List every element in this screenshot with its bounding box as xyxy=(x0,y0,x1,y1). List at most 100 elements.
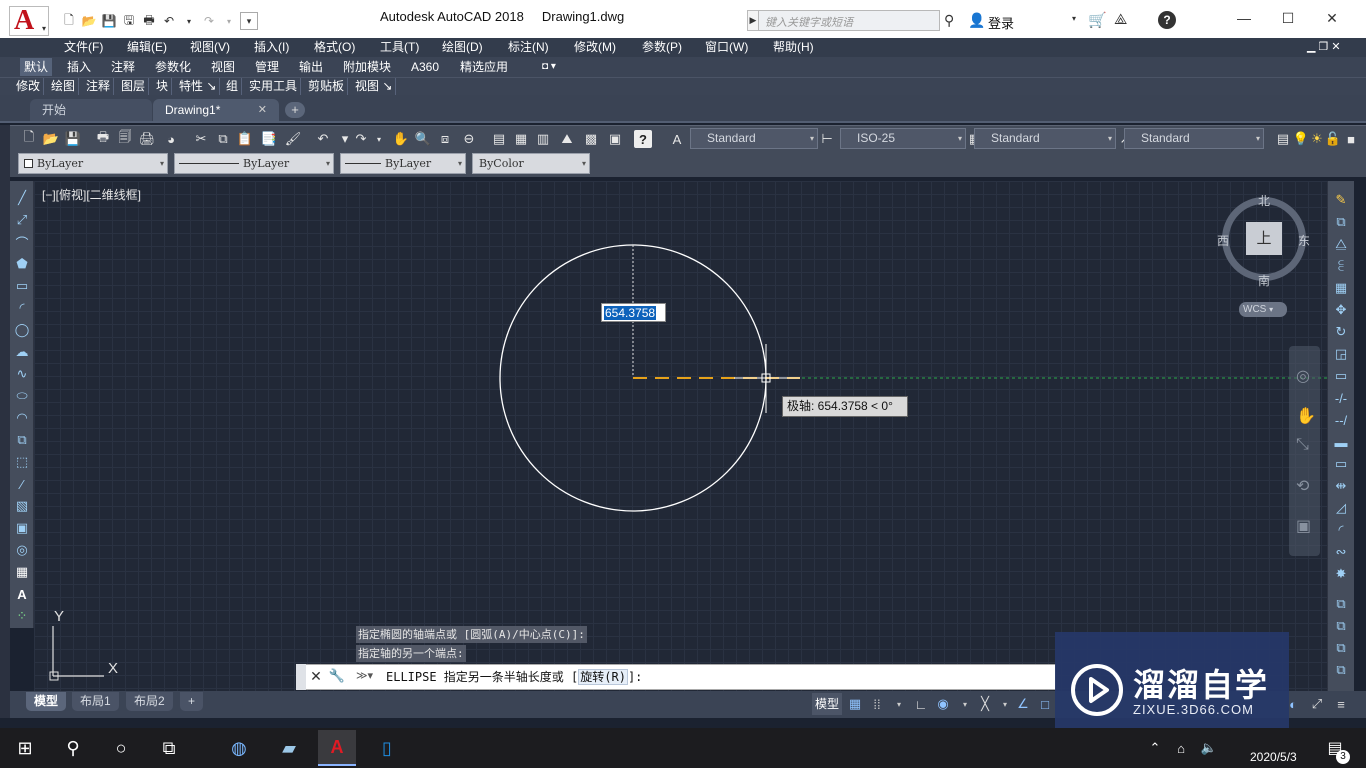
open-file-icon[interactable]: 📂 xyxy=(80,12,98,30)
menu-modify[interactable]: 修改(M) xyxy=(574,38,616,57)
polar-icon[interactable]: ◉ xyxy=(934,695,952,713)
add-layout-button[interactable]: + xyxy=(180,692,204,711)
table-icon[interactable]: ▦ xyxy=(13,563,31,581)
copy-object-icon[interactable]: ⧉ xyxy=(1332,213,1350,231)
grid-icon[interactable]: ▦ xyxy=(846,695,864,713)
compass-north[interactable]: 北 xyxy=(1258,192,1270,209)
open-icon[interactable]: 📂 xyxy=(42,130,60,148)
autocad-taskbar-icon[interactable]: A xyxy=(318,730,356,766)
line-icon[interactable]: ╱ xyxy=(13,189,31,207)
viewcube-top-face[interactable]: 上 xyxy=(1246,222,1282,255)
panel-layers[interactable]: 图层 xyxy=(118,78,150,95)
bring-above-icon[interactable]: ⧉ xyxy=(1332,661,1350,679)
panel-utilities[interactable]: 实用工具 xyxy=(246,78,302,95)
menu-window[interactable]: 窗口(W) xyxy=(705,38,748,57)
panel-block[interactable]: 块 xyxy=(153,78,173,95)
ellipse-icon[interactable]: ⬭ xyxy=(13,387,31,405)
plot-preview-icon[interactable]: 🗐 xyxy=(116,129,134,148)
explode-icon[interactable]: ✸ xyxy=(1332,565,1350,583)
recent-commands-icon[interactable]: ≫▾ xyxy=(356,666,384,686)
panel-clipboard[interactable]: 剪贴板 xyxy=(305,78,349,95)
zoom-realtime-icon[interactable]: 🔍 xyxy=(414,130,432,148)
wcs-menu-button[interactable]: WCS ▾ xyxy=(1239,302,1287,317)
model-space-toggle[interactable]: 模型 xyxy=(812,693,842,715)
ellipse-arc-icon[interactable]: ◠ xyxy=(13,409,31,427)
app-pinned-icon[interactable]: ◍ xyxy=(224,734,254,762)
redo-tb-icon[interactable]: ↷ xyxy=(352,130,370,148)
panel-groups[interactable]: 组 xyxy=(223,78,243,95)
minimize-button[interactable]: — xyxy=(1222,6,1266,30)
snap-icon[interactable]: ⁞⁞ xyxy=(868,695,886,713)
user-icon[interactable]: 👤 xyxy=(968,12,985,29)
point-icon[interactable]: ∕ xyxy=(13,475,31,493)
fillet-icon[interactable]: ◜ xyxy=(1332,521,1350,539)
a360-icon[interactable]: ⟁ xyxy=(1114,11,1127,28)
draworder-icon[interactable]: ⧉ xyxy=(1332,595,1350,613)
menu-draw[interactable]: 绘图(D) xyxy=(442,38,483,57)
new-file-icon[interactable]: 🗋 xyxy=(60,12,78,30)
zoom-extents-icon[interactable]: ⤡ xyxy=(1296,436,1309,454)
menu-tools[interactable]: 工具(T) xyxy=(380,38,419,57)
menu-insert[interactable]: 插入(I) xyxy=(254,38,289,57)
tab-a360[interactable]: A360 xyxy=(407,58,443,76)
redo-icon[interactable]: ↷ xyxy=(200,12,218,30)
tab-parametric[interactable]: 参数化 xyxy=(151,58,195,76)
tab-start[interactable]: 开始 xyxy=(30,99,152,121)
paste-icon[interactable]: 📋 xyxy=(236,130,254,148)
compass-south[interactable]: 南 xyxy=(1258,272,1270,289)
construction-line-icon[interactable]: ⤢ xyxy=(13,211,31,229)
help-icon[interactable]: ? xyxy=(1158,11,1176,29)
table-style-select[interactable]: Standard ▾ xyxy=(974,128,1116,149)
panel-draw[interactable]: 绘图 xyxy=(48,78,80,95)
undo-icon[interactable]: ↶ xyxy=(160,12,178,30)
pan-icon[interactable]: ✋ xyxy=(392,130,410,148)
region-icon[interactable]: ◎ xyxy=(13,541,31,559)
taskbar-search-icon[interactable]: ⚲ xyxy=(58,734,88,762)
publish-icon[interactable]: 🖨 xyxy=(138,130,156,148)
save-icon[interactable]: 💾 xyxy=(100,12,118,30)
layer-lock-icon[interactable]: 🔓 xyxy=(1324,130,1342,148)
move-icon[interactable]: ✥ xyxy=(1332,301,1350,319)
lineweight-select[interactable]: ByLayer ▾ xyxy=(340,153,466,174)
array-icon[interactable]: ▦ xyxy=(1332,279,1350,297)
ortho-icon[interactable]: ∟ xyxy=(912,695,930,713)
panel-annotate[interactable]: 注释 xyxy=(83,78,115,95)
spline-icon[interactable]: ∿ xyxy=(13,365,31,383)
login-button[interactable]: 登录 xyxy=(988,13,1014,32)
compass-west[interactable]: 西 xyxy=(1217,232,1229,249)
customize-qat-icon[interactable]: ▾ xyxy=(240,12,258,30)
new-icon[interactable]: 🗋 xyxy=(20,129,38,148)
hatch-icon[interactable]: ▧ xyxy=(13,497,31,515)
calculator-icon[interactable]: ▣ xyxy=(606,130,624,148)
tab-insert[interactable]: 插入 xyxy=(63,58,95,76)
text-style-select[interactable]: Standard ▾ xyxy=(690,128,818,149)
object-snap-tracking-icon[interactable]: ∠ xyxy=(1014,695,1032,713)
arc-icon[interactable]: ◜ xyxy=(13,299,31,317)
tab-model[interactable]: 模型 xyxy=(26,692,67,711)
doc-window-controls[interactable]: ▁ ❐ ✕ xyxy=(1307,38,1341,57)
tab-output[interactable]: 输出 xyxy=(295,58,327,76)
polar-dropdown-icon[interactable]: ▾ xyxy=(956,695,974,713)
command-customize-icon[interactable]: 🔧 xyxy=(328,666,346,686)
menu-view[interactable]: 视图(V) xyxy=(190,38,230,57)
add-selected-icon[interactable]: ⁘ xyxy=(13,607,31,625)
ribbon-minimize-icon[interactable]: ◘ ▾ xyxy=(538,58,560,76)
steering-wheel-icon[interactable]: ◎ xyxy=(1296,366,1310,386)
zoom-window-icon[interactable]: ⧈ xyxy=(436,130,454,148)
taskbar-date[interactable]: 2020/5/3 xyxy=(1250,750,1297,764)
viewport-controls[interactable]: [−][俯视][二维线框] xyxy=(42,186,141,203)
panel-properties[interactable]: 特性 ↘ xyxy=(176,78,221,95)
scale-icon[interactable]: ◲ xyxy=(1332,345,1350,363)
viewcube[interactable]: 上 北 南 东 西 xyxy=(1217,192,1310,288)
network-icon[interactable]: ⌂ xyxy=(1166,734,1196,762)
copy-icon[interactable]: ⧉ xyxy=(214,130,232,148)
match-properties-icon[interactable]: 🖌 xyxy=(284,130,302,148)
binoculars-icon[interactable]: ⚲ xyxy=(944,12,954,29)
mleader-style-select[interactable]: Standard ▾ xyxy=(1124,128,1264,149)
object-snap-icon[interactable]: □ xyxy=(1036,695,1054,713)
bring-front-icon[interactable]: ⧉ xyxy=(1332,617,1350,635)
tab-layout2[interactable]: 布局2 xyxy=(126,692,173,711)
file-explorer-icon[interactable]: ▰ xyxy=(274,734,304,762)
3d-dwf-icon[interactable]: ◕ xyxy=(162,130,180,148)
rotate-icon[interactable]: ↻ xyxy=(1332,323,1350,341)
